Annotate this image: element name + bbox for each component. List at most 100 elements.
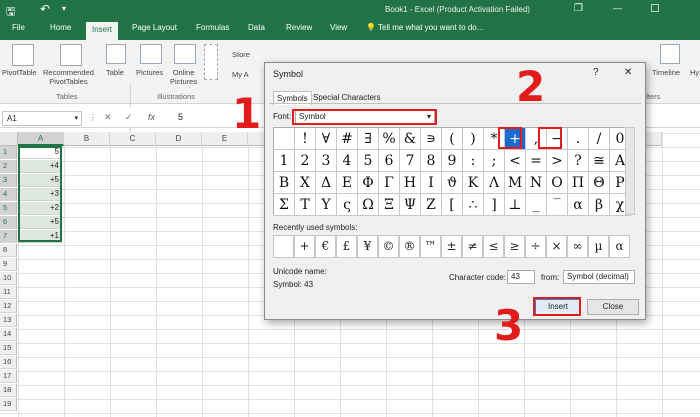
symbol-cell[interactable]: Δ <box>316 172 337 194</box>
character-code-field[interactable]: 43 <box>507 270 535 284</box>
symbol-cell[interactable]: Ι <box>421 172 442 194</box>
symbol-cell[interactable]: 3 <box>316 150 337 172</box>
symbol-cell[interactable]: ≅ <box>589 150 610 172</box>
pivottable-button[interactable]: PivotTable <box>2 68 37 77</box>
recent-symbol[interactable]: £ <box>336 235 357 258</box>
my-addins-button[interactable]: My A <box>232 70 249 79</box>
symbol-cell[interactable]: Μ <box>505 172 526 194</box>
close-button[interactable]: Close <box>587 299 639 315</box>
symbol-cell[interactable]: Κ <box>463 172 484 194</box>
qat-more-icon[interactable]: ▾ <box>62 4 66 13</box>
symbol-cell[interactable]: = <box>526 150 547 172</box>
recent-symbol[interactable]: × <box>546 235 567 258</box>
recent-symbol[interactable]: ÷ <box>525 235 546 258</box>
recent-symbol[interactable]: ± <box>441 235 462 258</box>
symbol-cell[interactable]: ∀ <box>316 128 337 150</box>
tab-home[interactable]: Home <box>50 23 71 32</box>
name-box-arrow-icon[interactable]: ▾ <box>74 114 78 122</box>
symbol-cell[interactable]: # <box>337 128 358 150</box>
symbol-cell[interactable]: ] <box>484 194 505 216</box>
symbol-cell[interactable]: ∍ <box>421 128 442 150</box>
row-header[interactable]: 18 <box>0 384 17 397</box>
recent-symbol[interactable]: + <box>294 235 315 258</box>
symbol-cell[interactable]: Θ <box>589 172 610 194</box>
row-header[interactable]: 19 <box>0 398 17 411</box>
tab-review[interactable]: Review <box>286 23 312 32</box>
symbol-cell[interactable]: ς <box>337 194 358 216</box>
close-icon[interactable]: ✕ <box>624 67 632 78</box>
row-header[interactable]: 14 <box>0 328 17 341</box>
symbol-cell[interactable]: Χ <box>295 172 316 194</box>
row-header[interactable]: 3 <box>0 174 17 187</box>
symbol-cell[interactable]: Ο <box>547 172 568 194</box>
symbol-cell[interactable]: Η <box>400 172 421 194</box>
row-header[interactable]: 2 <box>0 160 17 173</box>
row-header[interactable]: 9 <box>0 258 17 271</box>
tab-view[interactable]: View <box>330 23 347 32</box>
name-box[interactable]: A1 ▾ <box>2 111 82 126</box>
row-header[interactable]: 10 <box>0 272 17 285</box>
symbol-scrollbar[interactable] <box>625 127 635 215</box>
pictures-button[interactable]: Pictures <box>136 68 163 77</box>
symbol-cell[interactable]: ϑ <box>442 172 463 194</box>
select-all-corner[interactable] <box>0 132 18 146</box>
row-header[interactable]: 16 <box>0 356 17 369</box>
from-select[interactable]: Symbol (decimal) <box>563 270 635 284</box>
symbol-cell[interactable]: _ <box>526 194 547 216</box>
column-header[interactable]: B <box>64 132 110 146</box>
symbol-cell[interactable]: : <box>463 150 484 172</box>
symbol-cell[interactable]: ⊥ <box>505 194 526 216</box>
symbol-cell[interactable]: Π <box>568 172 589 194</box>
formula-value[interactable]: 5 <box>178 112 183 122</box>
row-header[interactable]: 1 <box>0 146 17 159</box>
recent-symbol[interactable]: € <box>315 235 336 258</box>
recent-symbol[interactable]: ® <box>399 235 420 258</box>
symbol-cell[interactable]: < <box>505 150 526 172</box>
row-header[interactable]: 7 <box>0 230 17 243</box>
symbol-cell[interactable]: & <box>400 128 421 150</box>
row-header[interactable]: 13 <box>0 314 17 327</box>
symbol-cell[interactable]: ; <box>484 150 505 172</box>
symbol-cell[interactable]: . <box>568 128 589 150</box>
symbol-cell[interactable]: 9 <box>442 150 463 172</box>
tab-special-characters[interactable]: Special Characters <box>313 93 381 102</box>
tab-file[interactable]: File <box>12 23 25 32</box>
row-header[interactable]: 12 <box>0 300 17 313</box>
recent-symbol[interactable]: ≠ <box>462 235 483 258</box>
symbol-cell[interactable]: 7 <box>400 150 421 172</box>
symbol-cell[interactable]: ‾ <box>547 194 568 216</box>
timeline-button[interactable]: Timeline <box>652 68 680 77</box>
ribbon-display-icon[interactable]: ❐ <box>574 3 583 14</box>
row-header[interactable]: 15 <box>0 342 17 355</box>
symbol-cell[interactable]: β <box>589 194 610 216</box>
row-header[interactable]: 8 <box>0 244 17 257</box>
symbol-cell[interactable]: Β <box>274 172 295 194</box>
symbol-cell[interactable]: 8 <box>421 150 442 172</box>
symbol-cell[interactable]: Ω <box>358 194 379 216</box>
symbol-cell[interactable]: 1 <box>274 150 295 172</box>
symbol-cell[interactable]: > <box>547 150 568 172</box>
symbol-cell[interactable]: ∴ <box>463 194 484 216</box>
recent-symbol[interactable]: α <box>609 235 630 258</box>
minimize-icon[interactable]: — <box>613 3 622 13</box>
insert-function-icon[interactable]: fx <box>148 112 155 122</box>
symbol-cell[interactable]: Ξ <box>379 194 400 216</box>
tab-insert[interactable]: Insert <box>86 22 119 40</box>
symbol-cell[interactable]: Υ <box>316 194 337 216</box>
row-header[interactable]: 11 <box>0 286 17 299</box>
symbol-cell[interactable]: Ζ <box>421 194 442 216</box>
recent-symbol[interactable] <box>273 235 294 258</box>
symbol-cell[interactable]: / <box>589 128 610 150</box>
recent-symbol[interactable]: ≥ <box>504 235 525 258</box>
recent-symbol[interactable]: µ <box>588 235 609 258</box>
symbol-cell[interactable]: 6 <box>379 150 400 172</box>
row-header[interactable]: 4 <box>0 188 17 201</box>
symbol-cell[interactable]: Φ <box>358 172 379 194</box>
symbol-cell[interactable]: Σ <box>274 194 295 216</box>
symbol-cell[interactable]: Λ <box>484 172 505 194</box>
column-header[interactable]: D <box>156 132 202 146</box>
table-button[interactable]: Table <box>106 68 124 77</box>
symbol-cell[interactable]: ∃ <box>358 128 379 150</box>
symbol-cell[interactable]: ? <box>568 150 589 172</box>
recent-symbol[interactable]: ¥ <box>357 235 378 258</box>
